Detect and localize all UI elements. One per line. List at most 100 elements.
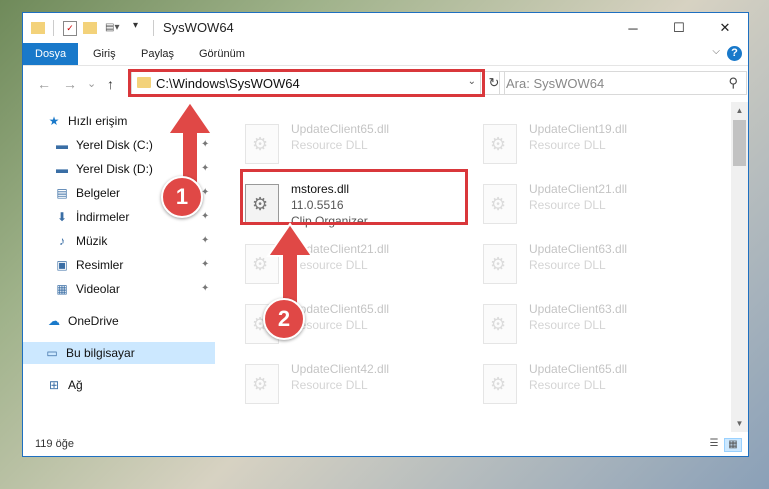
file-name: UpdateClient65.dll <box>291 122 390 136</box>
sidebar-item[interactable]: ⊞ Ağ <box>47 374 83 396</box>
file-item[interactable]: UpdateClient21.dll Resource DLL <box>483 180 713 232</box>
sidebar-item[interactable]: ▣ Resimler <box>55 254 123 276</box>
pin-icon[interactable]: ✦ <box>201 139 209 150</box>
search-input[interactable]: Ara: SysWOW64 ⚲ <box>499 71 747 95</box>
file-name: UpdateClient21.dll <box>529 182 628 196</box>
pin-icon[interactable]: ✦ <box>201 163 209 174</box>
sidebar-item[interactable]: ♪ Müzik <box>55 230 107 252</box>
address-dropdown-button[interactable]: ⌄ <box>468 76 476 87</box>
folder-icon <box>137 77 151 88</box>
forward-button[interactable]: → <box>63 76 77 92</box>
ribbon-tabs: Dosya Giriş Paylaş Görünüm ⌵ ? <box>23 43 748 65</box>
details-view-button[interactable]: ☰ <box>706 438 722 450</box>
file-detail: Resource DLL <box>529 318 606 332</box>
tab-file[interactable]: Dosya <box>23 43 79 65</box>
pin-icon[interactable]: ✦ <box>201 283 209 294</box>
file-detail: Resource DLL <box>529 378 606 392</box>
folder-icon <box>31 22 45 34</box>
up-button[interactable]: ↑ <box>107 76 114 92</box>
minimize-button[interactable]: ─ <box>610 13 656 43</box>
file-item[interactable]: UpdateClient65.dll Resource DLL <box>245 120 475 172</box>
music-icon: ♪ <box>59 234 65 248</box>
new-folder-icon[interactable] <box>83 22 97 34</box>
status-bar: 119 öğe ☰ ▦ <box>23 434 748 456</box>
customize-toolbar-icon[interactable]: ▤▾ <box>105 22 121 34</box>
sidebar-item[interactable]: ▭ Bu bilgisayar <box>23 342 215 364</box>
toolbar-dropdown-icon[interactable]: ▾ <box>133 20 138 36</box>
sidebar-item[interactable]: ☁ OneDrive <box>47 310 119 332</box>
recent-locations-button[interactable]: ⌄ <box>87 77 96 90</box>
file-item[interactable]: UpdateClient65.dll Resource DLL <box>483 360 713 412</box>
sidebar-item[interactable]: ★ Hızlı erişim <box>47 110 128 132</box>
collapse-ribbon-icon[interactable]: ⌵ <box>712 46 720 57</box>
downloads-icon: ⬇ <box>56 210 68 224</box>
file-item[interactable]: UpdateClient19.dll Resource DLL <box>483 120 713 172</box>
tiles-view-button[interactable]: ▦ <box>724 438 742 452</box>
file-detail: 11.0.5516 <box>291 198 344 212</box>
file-name: UpdateClient42.dll <box>291 362 390 376</box>
maximize-button[interactable]: ☐ <box>656 13 702 43</box>
sidebar-item-label: Resimler <box>76 258 124 272</box>
close-button[interactable]: ✕ <box>702 13 748 43</box>
file-name: UpdateClient19.dll <box>529 122 628 136</box>
file-name: UpdateClient63.dll <box>529 302 628 316</box>
pictures-icon: ▣ <box>56 258 68 272</box>
file-item[interactable]: UpdateClient63.dll Resource DLL <box>483 240 713 292</box>
help-button[interactable]: ? <box>727 46 742 61</box>
vertical-scrollbar[interactable]: ▲ ▼ <box>731 102 748 432</box>
address-bar[interactable]: C:\Windows\SysWOW64 ⌄ <box>131 71 481 95</box>
tab-home[interactable]: Giriş <box>87 43 122 65</box>
scroll-down-button[interactable]: ▼ <box>731 415 748 432</box>
file-item[interactable]: mstores.dll 11.0.5516 Clip Organizer <box>245 180 475 232</box>
dll-file-icon <box>483 304 517 344</box>
sidebar-item-label: Belgeler <box>76 186 121 200</box>
file-item[interactable]: UpdateClient63.dll Resource DLL <box>483 300 713 352</box>
sidebar-item[interactable]: ▬ Yerel Disk (C:) <box>55 134 153 156</box>
sidebar-item-label: Yerel Disk (D:) <box>76 162 153 176</box>
sidebar-item-label: Bu bilgisayar <box>66 346 135 360</box>
pin-icon[interactable]: ✦ <box>201 235 209 246</box>
file-detail: Resource DLL <box>291 138 368 152</box>
pin-icon[interactable]: ✦ <box>201 259 209 270</box>
dll-file-icon <box>245 244 279 284</box>
file-item[interactable]: UpdateClient21.dll Resource DLL <box>245 240 475 292</box>
videos-icon: ▦ <box>56 282 68 296</box>
sidebar-item[interactable]: ▦ Videolar <box>55 278 119 300</box>
sidebar-item-label: İndirmeler <box>76 210 130 224</box>
item-count: 119 öğe <box>35 438 74 450</box>
step-badge-2: 2 <box>263 298 305 340</box>
properties-icon[interactable]: ✓ <box>63 21 77 36</box>
explorer-window: ✓ ▤▾ ▾ SysWOW64 ─ ☐ ✕ Dosya Giriş Paylaş… <box>22 12 749 457</box>
sidebar-item-label: Hızlı erişim <box>68 114 128 128</box>
star-icon: ★ <box>48 114 60 128</box>
tab-share[interactable]: Paylaş <box>135 43 180 65</box>
sidebar-item[interactable]: ▤ Belgeler <box>55 182 120 204</box>
sidebar-item-label: Ağ <box>68 378 83 392</box>
step-badge-1: 1 <box>161 176 203 218</box>
title-bar: ✓ ▤▾ ▾ SysWOW64 ─ ☐ ✕ <box>23 13 748 43</box>
file-name: UpdateClient21.dll <box>291 242 390 256</box>
sidebar-item[interactable]: ⬇ İndirmeler <box>55 206 129 228</box>
divider <box>53 20 54 36</box>
dll-file-icon <box>483 124 517 164</box>
file-detail: Resource DLL <box>291 258 368 272</box>
drive-icon: ▬ <box>56 138 68 152</box>
pin-icon[interactable]: ✦ <box>201 211 209 222</box>
dll-file-icon <box>245 124 279 164</box>
sidebar-item-label: Müzik <box>76 234 108 248</box>
tab-view[interactable]: Görünüm <box>193 43 251 65</box>
sidebar-item[interactable]: ▬ Yerel Disk (D:) <box>55 158 153 180</box>
search-icon: ⚲ <box>728 75 738 90</box>
file-detail: Resource DLL <box>291 378 368 392</box>
computer-icon: ▭ <box>46 346 58 360</box>
divider <box>153 20 154 36</box>
back-button[interactable]: ← <box>37 76 51 92</box>
file-name: mstores.dll <box>291 182 350 196</box>
dll-file-icon <box>483 364 517 404</box>
network-icon: ⊞ <box>48 378 60 392</box>
drive-icon: ▬ <box>56 162 68 176</box>
scroll-up-button[interactable]: ▲ <box>731 102 748 119</box>
file-item[interactable]: UpdateClient42.dll Resource DLL <box>245 360 475 412</box>
file-detail: Resource DLL <box>529 138 606 152</box>
scroll-thumb[interactable] <box>733 120 746 166</box>
